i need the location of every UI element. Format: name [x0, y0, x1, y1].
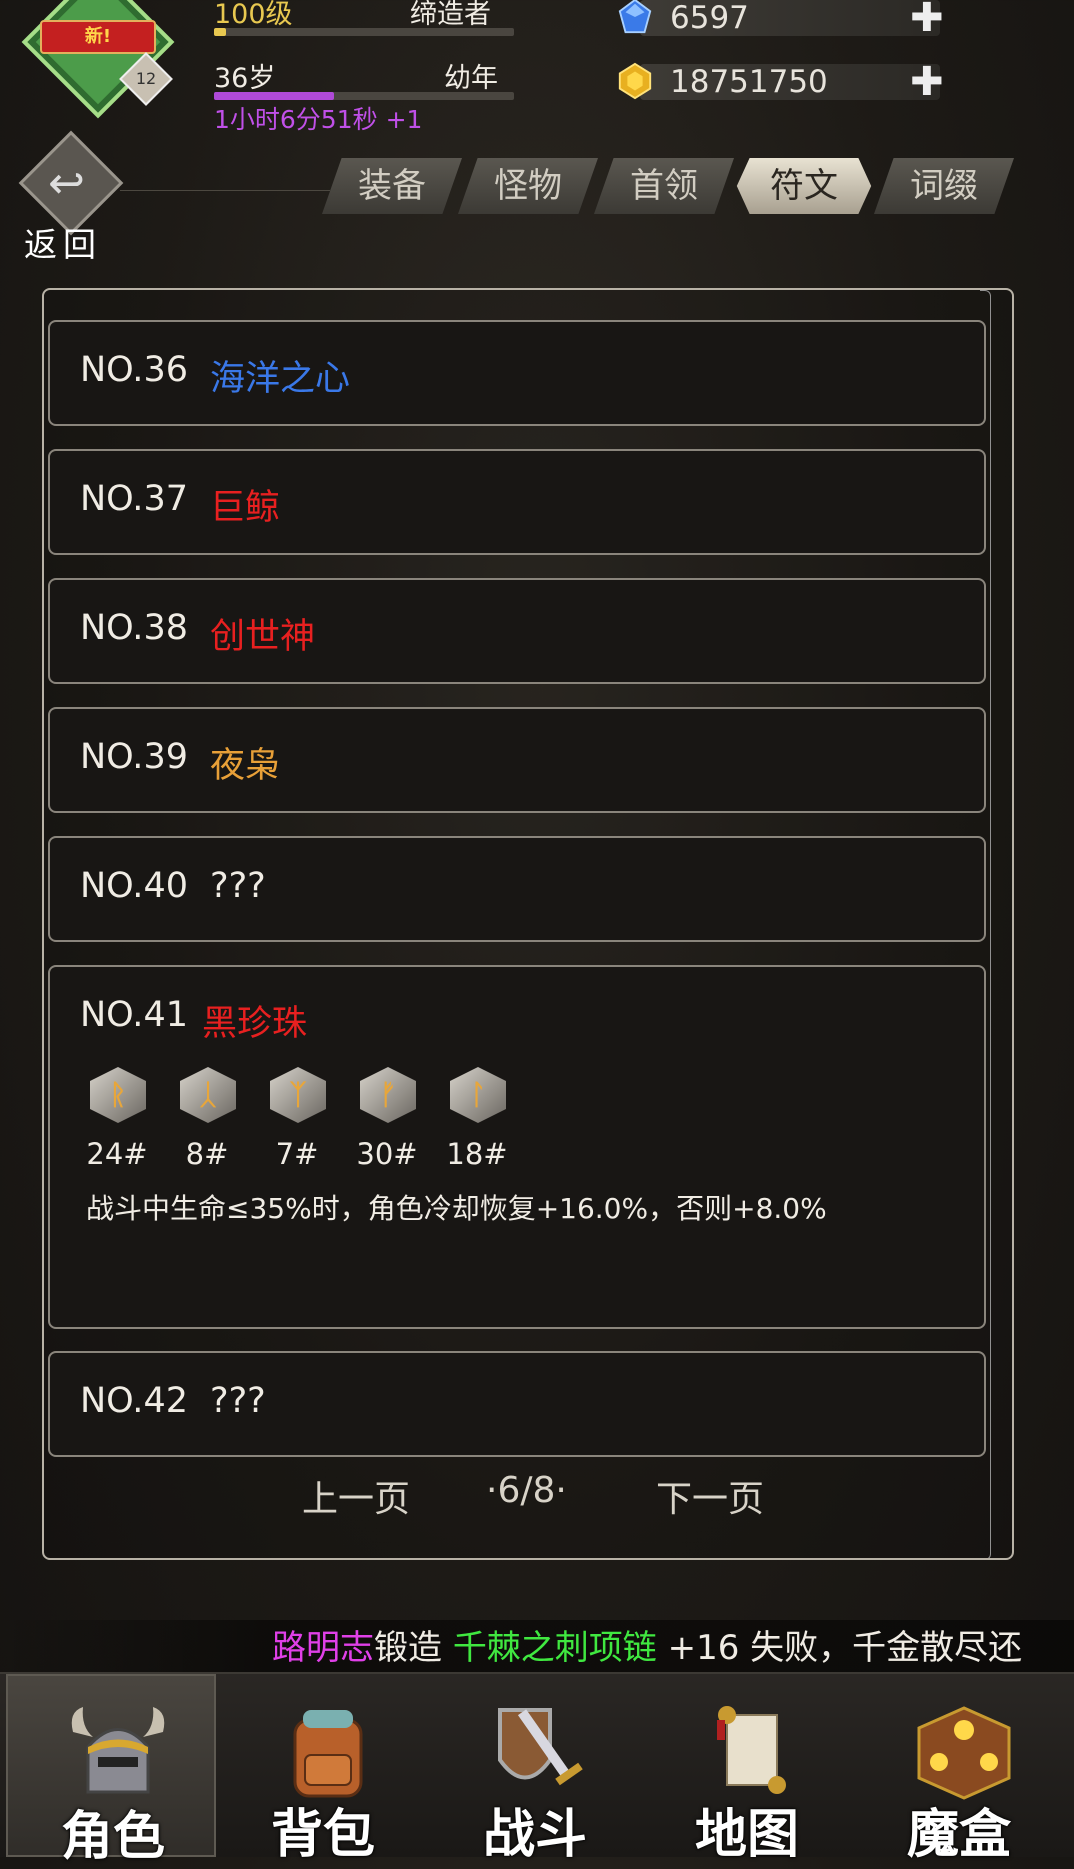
codex-entry-expanded[interactable]: NO.41 黑珍珠 ᚱ 24# ᛸ 8# ᛉ 7# ᚠ 30# ᛚ 18# 战斗… [48, 965, 986, 1329]
nav-map[interactable]: 地图 [642, 1674, 852, 1865]
player-emblem[interactable]: 新! 12 [21, 0, 175, 119]
entry-name: 创世神 [210, 617, 316, 657]
rune-icon: ᛸ [180, 1067, 236, 1123]
nav-label: 战斗 [482, 1805, 587, 1865]
nav-label: 地图 [694, 1805, 799, 1865]
entry-number: NO.40 [80, 866, 188, 906]
tab-equipment[interactable]: 装备 [322, 158, 462, 214]
entry-name: 黑珍珠 [202, 1004, 308, 1044]
bottom-nav: 角色 背包 战斗 地图 魔盒 [0, 1672, 1074, 1867]
tab-monsters[interactable]: 怪物 [458, 158, 598, 214]
entry-number: NO.37 [80, 479, 188, 519]
gems-value: 6597 [670, 0, 749, 36]
nav-character[interactable]: 角色 [6, 1674, 216, 1867]
ticker-player: 路明志 [272, 1628, 374, 1668]
level-bar-fill [214, 28, 226, 36]
nav-battle[interactable]: 战斗 [430, 1674, 640, 1865]
age-label: 36岁 [214, 63, 276, 94]
level-bar [214, 28, 514, 36]
codex-entry[interactable]: NO.36 海洋之心 [48, 320, 986, 426]
title-label: 缔造者 [410, 0, 491, 30]
back-button[interactable]: ↩ 返回 [12, 130, 124, 264]
age-bar-fill [214, 92, 334, 100]
codex-entry[interactable]: NO.40 ??? [48, 836, 986, 942]
rune-number: 30# [356, 1137, 418, 1171]
nav-label: 背包 [270, 1805, 375, 1865]
nav-label: 角色 [60, 1807, 165, 1867]
tab-bosses[interactable]: 首领 [594, 158, 734, 214]
rune-word-effect: 战斗中生命≤35%时，角色冷却恢复+16.0%，否则+8.0% [86, 1192, 827, 1225]
gold-value: 18751750 [670, 64, 828, 100]
rune-number: 18# [446, 1137, 508, 1171]
codex-entry[interactable]: NO.39 夜枭 [48, 707, 986, 813]
header-divider [120, 190, 330, 191]
tab-affixes[interactable]: 词缀 [874, 158, 1014, 214]
codex-entry[interactable]: NO.42 ??? [48, 1351, 986, 1457]
ticker-rest: +16 失败，千金散尽还 [656, 1628, 1023, 1668]
helmet-icon [71, 1707, 165, 1794]
magic-box-icon [917, 1706, 1011, 1800]
codex-entry[interactable]: NO.37 巨鲸 [48, 449, 986, 555]
stage-label: 幼年 [444, 63, 498, 94]
entry-name: 巨鲸 [210, 488, 281, 528]
rune-icon: ᚠ [360, 1067, 416, 1123]
scroll-map-icon [717, 1706, 786, 1794]
rune-icon: ᚱ [90, 1067, 146, 1123]
nav-label: 魔盒 [906, 1805, 1011, 1865]
broadcast-ticker: 路明志锻造 千棘之刺项链 +16 失败，千金散尽还 [0, 1620, 1074, 1676]
gold-field: 18751750 [640, 64, 940, 100]
rune-number: 24# [86, 1137, 148, 1171]
entry-number: NO.42 [80, 1381, 188, 1421]
level-badge-number: 12 [135, 69, 157, 88]
tab-runes[interactable]: 符文 [736, 158, 872, 214]
entry-name: ??? [210, 1381, 266, 1421]
level-label: 100级 [214, 0, 293, 30]
rune-icon: ᛉ [270, 1067, 326, 1123]
entry-number: NO.39 [80, 737, 188, 777]
entry-name: 夜枭 [210, 746, 281, 786]
back-label: 返回 [24, 225, 102, 264]
entry-number: NO.41 [80, 995, 188, 1035]
entry-name: ??? [210, 866, 266, 906]
rune-number: 8# [185, 1137, 229, 1171]
new-badge: 新! [40, 20, 156, 54]
nav-backpack[interactable]: 背包 [218, 1674, 428, 1865]
blue-gem-icon [618, 0, 652, 34]
entry-number: NO.36 [80, 350, 188, 390]
ticker-action: 锻造 [374, 1628, 442, 1668]
add-gold-button[interactable]: ✚ [910, 62, 944, 102]
entry-number: NO.38 [80, 608, 188, 648]
back-arrow-icon: ↩ [48, 158, 85, 209]
codex-entry[interactable]: NO.38 创世神 [48, 578, 986, 684]
rune-number: 7# [275, 1137, 319, 1171]
timer-label: 1小时6分51秒 +1 [214, 105, 423, 134]
gold-coin-icon [618, 62, 652, 100]
gems-field: 6597 [640, 0, 940, 36]
entry-name: 海洋之心 [210, 359, 351, 399]
page-indicator: ·6/8· [486, 1470, 567, 1511]
rune-icon: ᛚ [450, 1067, 506, 1123]
next-page-button[interactable]: 下一页 [656, 1470, 764, 1522]
prev-page-button[interactable]: 上一页 [302, 1470, 410, 1522]
sword-shield-icon [498, 1708, 583, 1786]
backpack-icon [293, 1710, 363, 1798]
ticker-item: 千棘之刺项链 [452, 1628, 657, 1668]
nav-magic-box[interactable]: 魔盒 [854, 1674, 1064, 1865]
add-gems-button[interactable]: ✚ [910, 0, 944, 38]
